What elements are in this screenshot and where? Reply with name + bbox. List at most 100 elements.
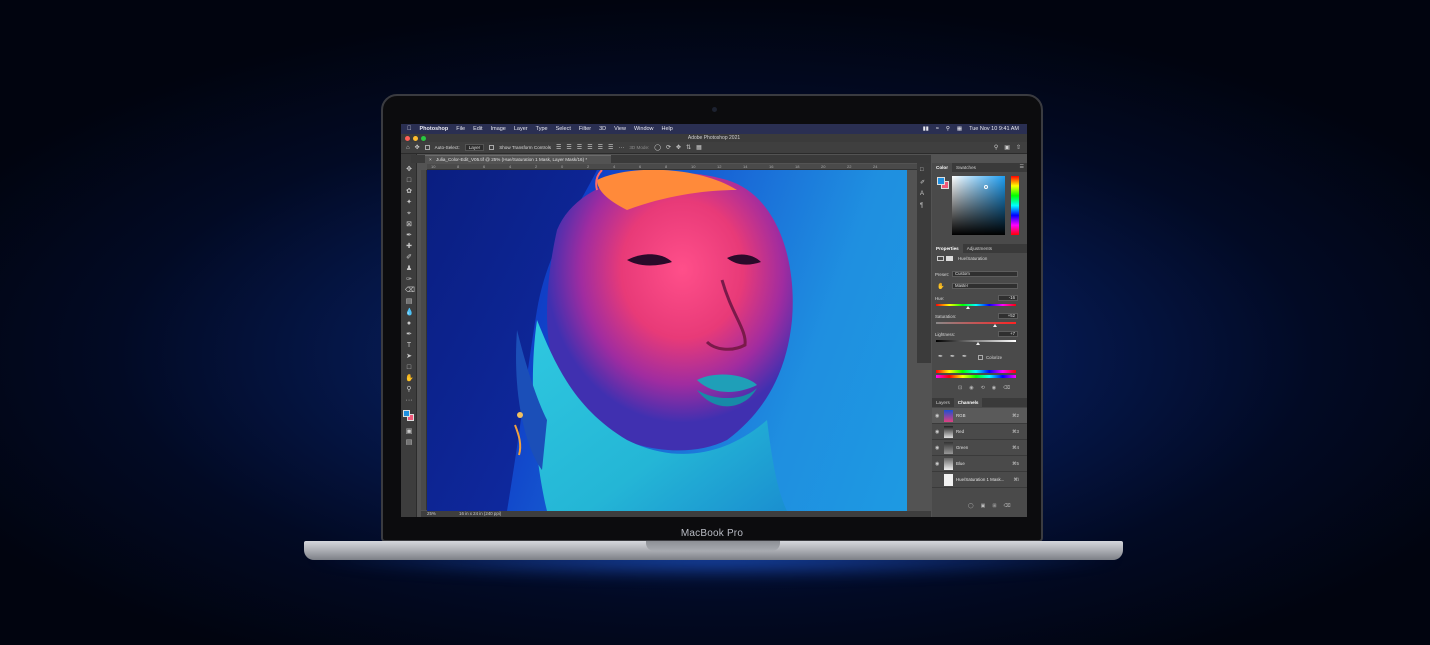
clone-stamp-tool-icon[interactable]: ♟ [405, 265, 413, 273]
align-middle-icon[interactable]: ☰ [598, 144, 603, 151]
lasso-tool-icon[interactable]: ✿ [405, 188, 413, 196]
tab-adjustments[interactable]: Adjustments [963, 244, 996, 253]
saturation-value-input[interactable]: +52 [998, 313, 1018, 319]
new-channel-icon[interactable]: ⊞ [992, 503, 996, 509]
move-tool-preset-icon[interactable]: ✥ [415, 144, 420, 151]
document-info[interactable]: 16 in x 24 in (240 ppi) [459, 511, 501, 516]
hue-value-input[interactable]: -16 [998, 295, 1018, 301]
channel-row-red[interactable]: ◉ Red ⌘3 [932, 424, 1027, 440]
menu-image[interactable]: Image [491, 126, 506, 132]
delete-channel-icon[interactable]: ⌫ [1004, 503, 1011, 509]
channel-row-mask[interactable]: Hue/Saturation 1 Mask... ⌘\ [932, 472, 1027, 488]
3d-slide-icon[interactable]: ⇅ [686, 144, 691, 151]
menu-select[interactable]: Select [556, 126, 571, 132]
history-brush-tool-icon[interactable]: ✑ [405, 276, 413, 284]
menu-file[interactable]: File [456, 126, 465, 132]
tab-swatches[interactable]: Swatches [952, 163, 980, 172]
lightness-value-input[interactable]: +7 [998, 331, 1018, 337]
edit-toolbar-icon[interactable]: ··· [405, 397, 413, 405]
character-panel-icon[interactable]: A [920, 191, 924, 197]
visibility-eye-icon[interactable]: ◉ [935, 461, 939, 467]
move-tool-icon[interactable]: ✥ [405, 166, 413, 174]
color-picker-field[interactable] [952, 176, 1005, 235]
pen-tool-icon[interactable]: ✒ [405, 331, 413, 339]
screen-mode-icon[interactable]: ▤ [405, 439, 413, 447]
workspace-icon[interactable]: ▣ [1004, 144, 1010, 151]
menu-clock[interactable]: Tue Nov 10 9:41 AM [969, 126, 1019, 132]
crop-tool-icon[interactable]: ⌖ [405, 210, 413, 218]
view-previous-icon[interactable]: ◉ [969, 385, 973, 391]
align-bottom-icon[interactable]: ☰ [608, 144, 613, 151]
channel-row-blue[interactable]: ◉ Blue ⌘5 [932, 456, 1027, 472]
load-selection-icon[interactable]: ◯ [968, 503, 974, 509]
home-icon[interactable]: ⌂ [406, 145, 410, 151]
control-center-icon[interactable]: ▦ [957, 126, 962, 132]
hue-slider-handle[interactable] [966, 306, 970, 309]
eyedropper-plus-icon[interactable]: ✒ [950, 353, 955, 360]
dodge-tool-icon[interactable]: ● [405, 320, 413, 328]
visibility-icon[interactable]: ◉ [992, 385, 996, 391]
canvas-image[interactable] [427, 170, 907, 511]
3d-pan-icon[interactable]: ✥ [676, 144, 681, 151]
frame-tool-icon[interactable]: ⊠ [405, 221, 413, 229]
target-adjust-hand-icon[interactable]: ✋ [937, 283, 944, 290]
hue-slider-track[interactable] [936, 304, 1016, 306]
eraser-tool-icon[interactable]: ⌫ [405, 287, 415, 295]
more-options-icon[interactable]: ··· [618, 145, 624, 151]
saturation-slider-track[interactable] [936, 322, 1016, 324]
panel-menu-icon[interactable]: ☰ [1020, 164, 1024, 170]
preset-dropdown[interactable]: Custom [952, 271, 1018, 277]
auto-select-dropdown[interactable]: Layer [464, 144, 485, 151]
history-panel-icon[interactable]: □ [920, 167, 924, 173]
menu-window[interactable]: Window [634, 126, 654, 132]
path-selection-tool-icon[interactable]: ➤ [405, 353, 413, 361]
tab-channels[interactable]: Channels [953, 398, 983, 407]
foreground-color-swatch[interactable] [403, 410, 410, 417]
menu-filter[interactable]: Filter [579, 126, 591, 132]
visibility-eye-icon[interactable]: ◉ [935, 429, 939, 435]
menu-app-name[interactable]: Photoshop [420, 126, 449, 132]
close-window-button[interactable] [405, 135, 410, 141]
share-icon[interactable]: ⇧ [1016, 144, 1021, 151]
minimize-window-button[interactable] [413, 135, 418, 141]
channel-row-rgb[interactable]: ◉ RGB ⌘2 [932, 408, 1027, 424]
search-icon[interactable]: ⚲ [994, 144, 998, 151]
menu-view[interactable]: View [614, 126, 626, 132]
healing-brush-tool-icon[interactable]: ✚ [405, 243, 413, 251]
paragraph-panel-icon[interactable]: ¶ [920, 203, 923, 209]
channel-dropdown[interactable]: Master [952, 283, 1018, 289]
brush-tool-icon[interactable]: ✐ [405, 254, 413, 262]
clip-to-layer-icon[interactable]: ⊡ [958, 385, 962, 391]
visibility-eye-icon[interactable]: ◉ [935, 445, 939, 451]
marquee-tool-icon[interactable]: □ [405, 177, 413, 185]
align-top-icon[interactable]: ☰ [587, 144, 592, 151]
hand-tool-icon[interactable]: ✋ [405, 375, 414, 383]
gradient-tool-icon[interactable]: ▤ [405, 298, 413, 306]
align-right-icon[interactable]: ☰ [577, 144, 582, 151]
show-transform-checkbox[interactable] [489, 145, 495, 150]
apple-menu-icon[interactable]:  [407, 126, 412, 132]
channel-row-green[interactable]: ◉ Green ⌘4 [932, 440, 1027, 456]
3d-roll-icon[interactable]: ⟳ [666, 144, 671, 151]
search-icon[interactable]: ⚲ [946, 126, 950, 132]
mask-icon[interactable] [946, 256, 953, 261]
lightness-slider-handle[interactable] [976, 342, 980, 345]
eyedropper-icon[interactable]: ✒ [938, 353, 943, 360]
menu-type[interactable]: Type [536, 126, 548, 132]
colorize-checkbox[interactable] [978, 355, 983, 360]
auto-select-checkbox[interactable] [424, 145, 430, 150]
align-center-icon[interactable]: ☰ [566, 144, 571, 151]
menu-edit[interactable]: Edit [473, 126, 482, 132]
type-tool-icon[interactable]: T [405, 342, 413, 350]
quick-mask-icon[interactable]: ▣ [405, 428, 413, 436]
battery-icon[interactable]: ▮▮ [923, 126, 929, 132]
tab-properties[interactable]: Properties [932, 244, 963, 253]
rectangle-tool-icon[interactable]: □ [405, 364, 413, 372]
delete-icon[interactable]: ⌫ [1003, 385, 1010, 391]
zoom-level[interactable]: 25% [427, 511, 436, 516]
zoom-tool-icon[interactable]: ⚲ [405, 386, 413, 394]
saturation-slider-handle[interactable] [993, 324, 997, 327]
quick-select-tool-icon[interactable]: ✦ [405, 199, 413, 207]
wifi-icon[interactable]: ≈ [936, 126, 939, 132]
visibility-eye-icon[interactable]: ◉ [935, 413, 939, 419]
